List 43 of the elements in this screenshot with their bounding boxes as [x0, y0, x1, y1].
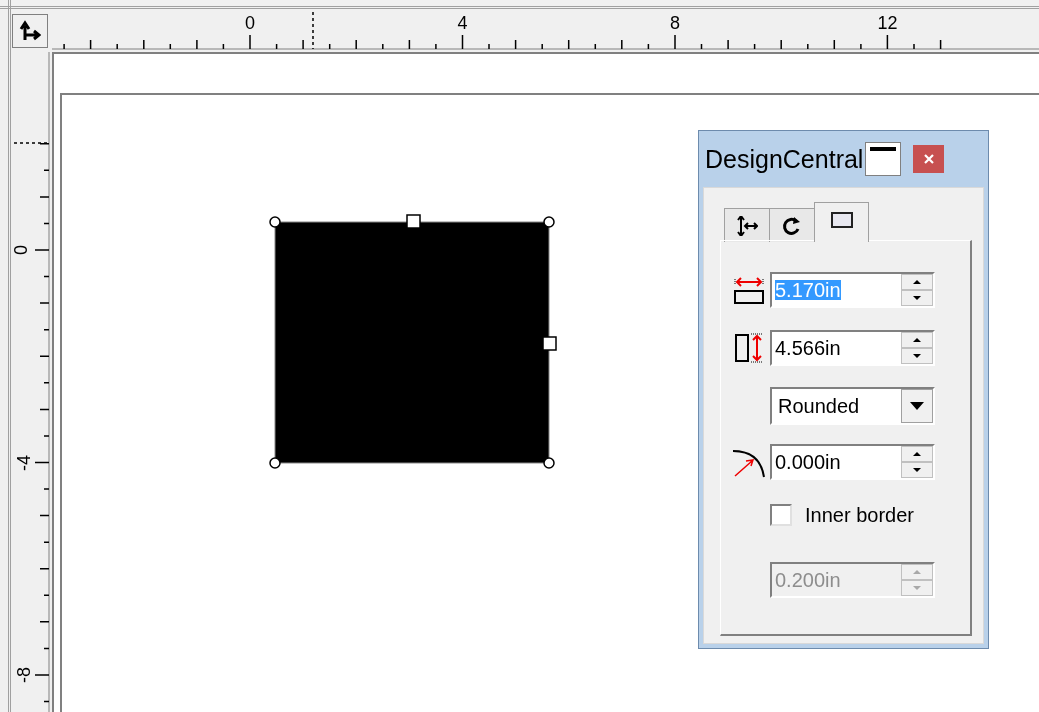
ruler-label: 8 [670, 14, 680, 32]
tab[interactable] [814, 202, 869, 242]
corner-arrow-icon [19, 20, 41, 42]
down-arrow-icon [913, 354, 921, 358]
tab[interactable] [769, 208, 815, 242]
checkbox-label: Inner border [805, 505, 914, 525]
width-arrow-icon [734, 275, 764, 305]
spin-down-button[interactable] [901, 348, 933, 364]
ruler-label: -8 [15, 667, 33, 683]
panel-title: DesignCentral [705, 146, 864, 172]
position-marker [13, 142, 50, 144]
spin-up-button[interactable] [901, 274, 933, 290]
spin-up-button[interactable] [901, 332, 933, 348]
spin-up-button[interactable] [901, 446, 933, 462]
ruler-label: 4 [457, 14, 468, 32]
ruler-label: -4 [15, 454, 33, 471]
spin-down-button[interactable] [901, 462, 933, 478]
up-arrow-icon [913, 452, 921, 456]
spin-down-button[interactable] [901, 290, 933, 306]
up-arrow-icon [913, 570, 921, 574]
ruler-label: 12 [877, 14, 898, 32]
down-arrow-icon [913, 468, 921, 472]
spin-field[interactable]: 4.566in [770, 330, 935, 366]
down-arrow-icon [913, 586, 921, 590]
ruler-label: 0 [245, 14, 255, 32]
up-arrow-icon [913, 280, 921, 284]
dropdown[interactable]: Rounded [770, 387, 935, 425]
down-arrow-icon [913, 296, 921, 300]
size-arrows-icon [736, 215, 758, 236]
close-button[interactable] [913, 145, 945, 173]
checkbox[interactable] [770, 504, 792, 526]
position-marker [312, 11, 314, 50]
ruler-label: 0 [12, 245, 30, 255]
tab[interactable] [724, 208, 770, 242]
height-arrow-icon [734, 333, 764, 363]
rollup-button[interactable] [865, 142, 902, 176]
up-arrow-icon [913, 338, 921, 342]
spin-field[interactable]: 0.000in [770, 444, 935, 480]
origin-button[interactable] [12, 14, 48, 48]
close-icon [923, 154, 934, 164]
dropdown-arrow-icon [910, 402, 924, 410]
rectangle-icon [830, 210, 853, 230]
bar-icon [870, 147, 897, 151]
